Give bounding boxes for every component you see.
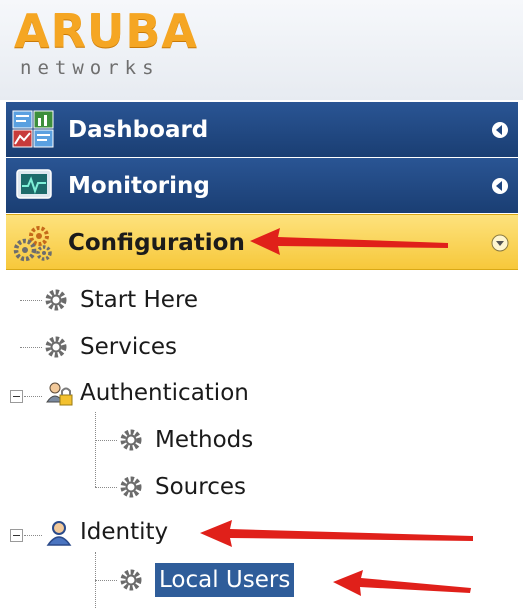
tree-connector — [20, 300, 42, 301]
configuration-gears-icon — [13, 226, 52, 262]
annotation-arrow-local-users — [333, 570, 471, 596]
tree-item-services[interactable]: Services — [80, 332, 177, 362]
collapse-toggle-authentication[interactable] — [10, 390, 23, 403]
gear-icon — [45, 289, 67, 311]
nav-monitoring[interactable]: Monitoring — [6, 158, 518, 214]
tree-item-sources[interactable]: Sources — [155, 472, 246, 502]
aruba-logo: ARUBA — [14, 4, 199, 58]
nav-dashboard[interactable]: Dashboard — [6, 102, 518, 158]
user-icon — [46, 521, 72, 546]
gear-icon — [120, 569, 142, 591]
dashboard-icon — [12, 110, 54, 148]
nav-label-monitoring: Monitoring — [68, 173, 210, 199]
tree-connector — [20, 347, 42, 348]
tree-item-start-here[interactable]: Start Here — [80, 285, 198, 315]
tree-item-local-users[interactable]: Local Users — [155, 563, 295, 597]
tree-connector — [95, 487, 117, 488]
tree-item-identity[interactable]: Identity — [80, 517, 168, 547]
tree-item-authentication[interactable]: Authentication — [80, 378, 249, 408]
tree-connector — [24, 535, 42, 536]
gear-icon — [120, 476, 142, 498]
annotation-arrow-configuration — [250, 228, 448, 255]
monitoring-icon — [16, 169, 52, 199]
collapse-arrow-icon[interactable] — [490, 120, 510, 140]
user-lock-icon — [46, 382, 73, 406]
nav-label-dashboard: Dashboard — [68, 117, 209, 143]
networks-wordmark: networks — [20, 57, 160, 79]
collapse-arrow-icon[interactable] — [490, 176, 510, 196]
tree-connector — [95, 580, 117, 581]
tree-connector — [95, 440, 117, 441]
tree-connector — [95, 412, 96, 487]
collapse-toggle-identity[interactable] — [10, 529, 23, 542]
annotation-arrow-identity — [200, 520, 473, 547]
nav-label-configuration: Configuration — [68, 230, 245, 256]
app-header: ARUBA networks — [0, 0, 523, 100]
expand-down-icon[interactable] — [490, 233, 510, 253]
gear-icon — [45, 336, 67, 358]
tree-connector — [24, 396, 42, 397]
gear-icon — [120, 429, 142, 451]
tree-item-methods[interactable]: Methods — [155, 425, 253, 455]
